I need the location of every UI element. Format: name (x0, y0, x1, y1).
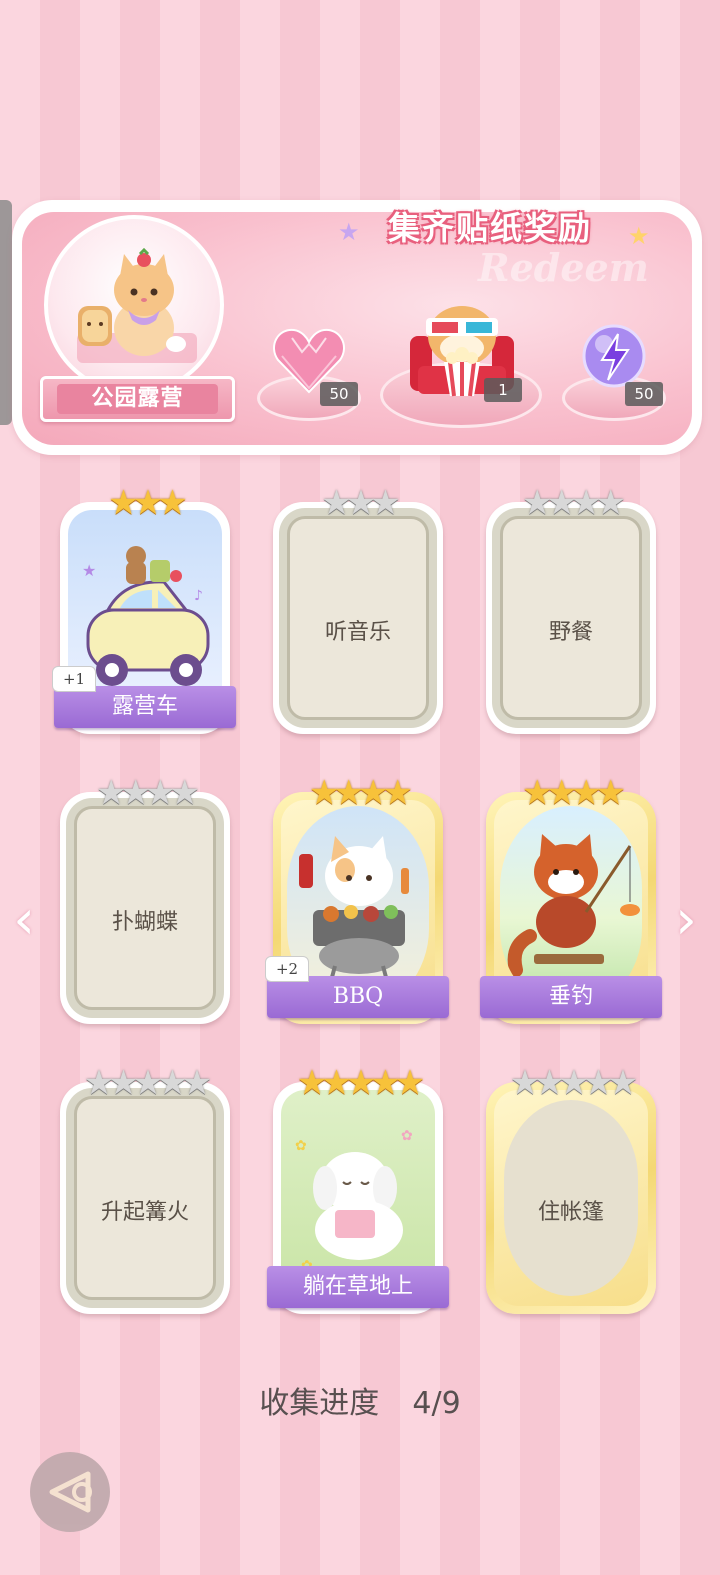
sticker-card-locked[interactable]: ★★★★ 扑蝴蝶 (60, 773, 230, 1024)
reward-count: 1 (484, 378, 522, 402)
card-name: 听音乐 (324, 620, 391, 645)
star-rating: ★★★★ (309, 773, 413, 813)
svg-text:♪: ♪ (194, 588, 203, 604)
sparkle-icon: ★ (338, 218, 360, 246)
sticker-card-locked[interactable]: ★★★★★ 升起篝火 (60, 1063, 230, 1314)
progress-label: 收集进度 (259, 1386, 380, 1421)
next-page-arrow-icon[interactable]: › (666, 890, 706, 950)
svg-text:★: ★ (82, 561, 96, 580)
sticker-card-locked[interactable]: ★★★ 听音乐 (273, 483, 443, 734)
card-name: 住帐篷 (537, 1200, 604, 1225)
star-rating: ★★★★★ (83, 1063, 212, 1103)
star-rating: ★★★ (108, 483, 187, 523)
banner-title: 集齐贴纸奖励 (387, 209, 592, 247)
reward-count: 50 (320, 382, 358, 406)
card-name: 垂钓 (480, 976, 662, 1018)
reward-count: 50 (625, 382, 663, 406)
card-name: BBQ (267, 976, 449, 1018)
sticker-card-locked[interactable]: ★★★★ 野餐 (486, 483, 656, 734)
duplicate-count-badge: +1 (52, 666, 96, 692)
back-button[interactable] (30, 1452, 110, 1532)
theme-name: 公园露营 (57, 384, 218, 414)
card-name: 躺在草地上 (267, 1266, 449, 1308)
card-name: 露营车 (54, 686, 236, 728)
sticker-card[interactable]: ★★★ ★ ♪ +1 露营车 (52, 483, 236, 734)
prev-page-arrow-icon[interactable]: ‹ (4, 890, 44, 950)
cat-picnic-icon (77, 248, 197, 363)
sticker-card[interactable]: ★★★★★ ✿ ✿ ✿ 躺在草地上 (267, 1063, 449, 1314)
svg-text:✿: ✿ (295, 1138, 307, 1154)
card-name: 野餐 (548, 620, 593, 645)
star-rating: ★★★★★ (509, 1063, 638, 1103)
lightning-orb-icon[interactable] (580, 322, 648, 390)
star-rating: ★★★★ (96, 773, 200, 813)
star-rating: ★★★★★ (296, 1063, 425, 1103)
sticker-card-locked[interactable]: ★★★★★ 住帐篷 (486, 1063, 656, 1314)
sticker-card[interactable]: ★★★★ 垂钓 (480, 773, 662, 1024)
sticker-card[interactable]: ★★★★ +2 BBQ (265, 773, 449, 1024)
star-rating: ★★★ (321, 483, 400, 523)
card-name: 升起篝火 (100, 1200, 189, 1225)
card-name: 扑蝴蝶 (111, 910, 178, 935)
collection-progress: 收集进度 4/9 (0, 1378, 720, 1422)
side-handle[interactable] (0, 200, 12, 425)
svg-text:✿: ✿ (401, 1128, 413, 1144)
star-rating: ★★★★ (522, 483, 626, 523)
theme-name-plate: 公园露营 (40, 376, 235, 422)
back-arrow-icon (49, 1471, 92, 1513)
star-rating: ★★★★ (522, 773, 626, 813)
progress-value: 4/9 (412, 1386, 461, 1421)
duplicate-count-badge: +2 (265, 956, 309, 982)
